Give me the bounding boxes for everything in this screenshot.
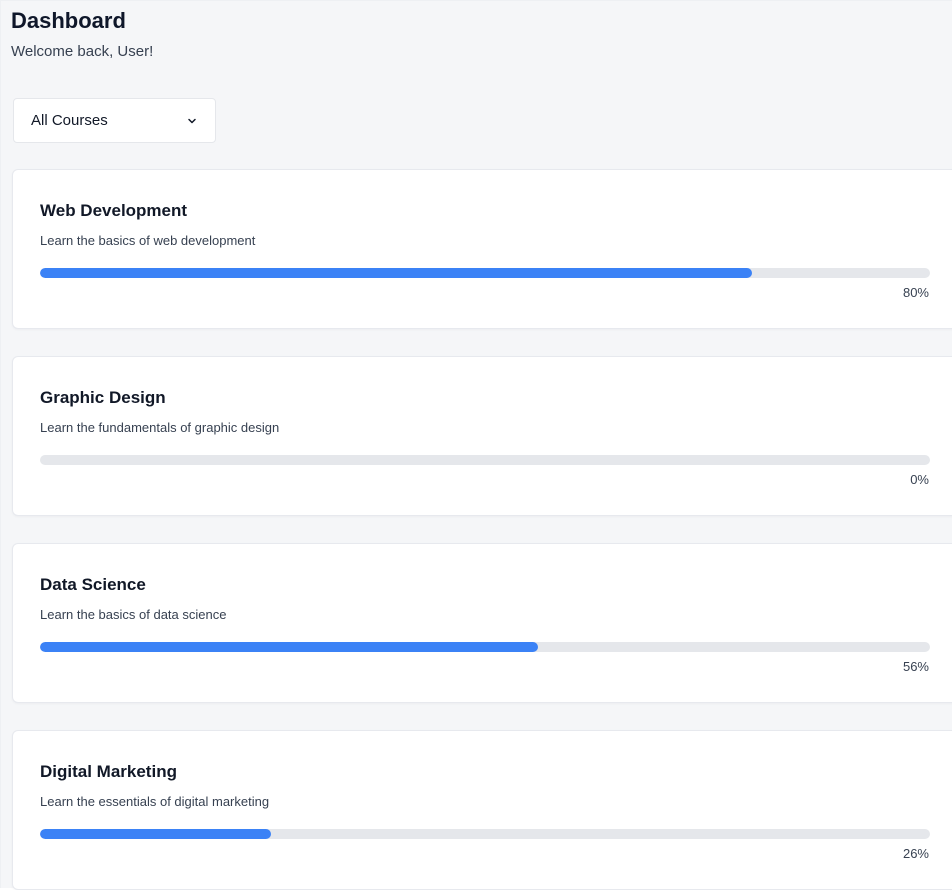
progress-percentage: 56%: [902, 659, 929, 674]
course-title: Digital Marketing: [40, 762, 177, 781]
chevron-down-icon: [188, 118, 196, 124]
progress-bar: [40, 268, 930, 278]
progress-percentage: 26%: [902, 846, 929, 861]
course-title: Web Development: [40, 201, 188, 220]
dashboard-page: Dashboard Welcome back, User! All Course…: [0, 0, 952, 890]
progress-fill: [40, 268, 752, 278]
course-description: Learn the basics of data science: [40, 607, 227, 622]
progress-bar: [40, 829, 930, 839]
course-title: Graphic Design: [40, 388, 166, 407]
course-description: Learn the essentials of digital marketin…: [40, 794, 270, 809]
course-description: Learn the fundamentals of graphic design: [40, 420, 280, 435]
course-card[interactable]: Graphic Design Learn the fundamentals of…: [12, 356, 952, 516]
progress-fill: [40, 642, 539, 652]
welcome-message: Welcome back, User!: [11, 43, 154, 60]
page-title: Dashboard: [11, 8, 126, 33]
progress-bar: [40, 642, 930, 652]
course-card[interactable]: Data Science Learn the basics of data sc…: [12, 543, 952, 703]
progress-bar: [40, 455, 930, 465]
progress-percentage: 80%: [902, 285, 929, 300]
course-title: Data Science: [40, 575, 146, 594]
progress-percentage: 0%: [910, 472, 929, 487]
progress-fill: [40, 829, 272, 839]
course-description: Learn the basics of web development: [40, 233, 256, 248]
course-filter-select[interactable]: All Courses: [13, 98, 216, 143]
course-card[interactable]: Digital Marketing Learn the essentials o…: [12, 730, 952, 890]
course-filter-value: All Courses: [31, 112, 108, 129]
course-card[interactable]: Web Development Learn the basics of web …: [12, 169, 952, 329]
